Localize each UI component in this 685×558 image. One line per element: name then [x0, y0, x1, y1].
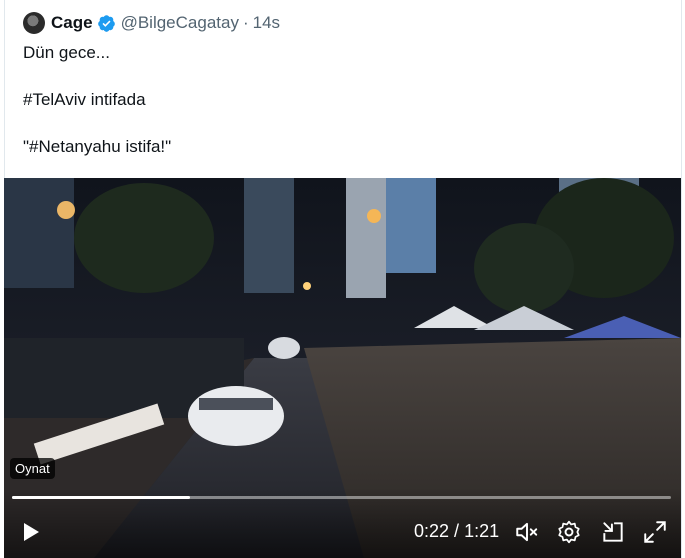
author-handle[interactable]: @BilgeCagatay [121, 13, 239, 33]
tweet-line: Dün gece... [23, 43, 110, 62]
progress-fill [12, 496, 190, 499]
current-time: 0:22 [414, 521, 450, 541]
avatar[interactable] [23, 12, 45, 34]
timecode: 0:22 / 1:21 [414, 521, 499, 542]
time-separator: / [449, 521, 465, 541]
play-badge: Oynat [10, 458, 55, 479]
mute-icon[interactable] [514, 519, 540, 545]
duration: 1:21 [464, 521, 500, 541]
tweet-hashtag-line: #TelAviv intifada [23, 90, 146, 109]
progress-bar[interactable] [12, 496, 671, 499]
tweet-timestamp[interactable]: 14s [253, 13, 280, 33]
fullscreen-icon[interactable] [642, 519, 668, 545]
tweet-quote-line: "#Netanyahu istifa!" [23, 137, 172, 156]
verified-badge-icon [97, 14, 115, 32]
video-player[interactable]: Oynat 0:22 / 1:21 [4, 178, 681, 558]
play-icon[interactable] [18, 520, 42, 544]
separator-dot: · [242, 13, 249, 32]
tweet-header: Cage @BilgeCagatay · 14s [23, 10, 280, 36]
author-name[interactable]: Cage [51, 13, 93, 33]
pip-icon[interactable] [600, 519, 626, 545]
tweet-text: Dün gece... #TelAviv intifada "#Netanyah… [23, 40, 663, 159]
settings-icon[interactable] [556, 519, 582, 545]
